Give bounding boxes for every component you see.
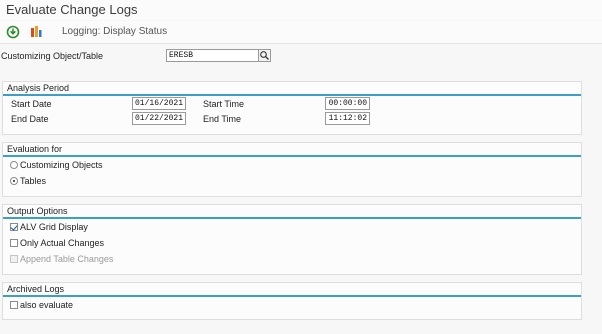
end-time-input[interactable]: 11:12:02 <box>325 112 370 125</box>
end-date-input[interactable]: 01/22/2021 <box>132 112 186 125</box>
also-evaluate-label[interactable]: also evaluate <box>20 300 73 310</box>
end-time-label: End Time <box>203 114 242 124</box>
start-time-label: Start Time <box>203 99 245 109</box>
only-actual-changes-label[interactable]: Only Actual Changes <box>20 238 104 248</box>
logging-icon[interactable] <box>29 25 43 39</box>
append-table-changes-label: Append Table Changes <box>20 254 114 264</box>
evaluation-for-title: Evaluation for <box>7 144 63 154</box>
customizing-objects-radio[interactable] <box>10 161 18 169</box>
tables-label[interactable]: Tables <box>20 176 46 186</box>
search-help-icon[interactable] <box>258 49 271 62</box>
title-bar: Evaluate Change Logs <box>0 0 602 20</box>
group-divider <box>3 295 581 297</box>
end-date-label: End Date <box>11 114 49 124</box>
archived-logs-group: Archived Logs also evaluate <box>2 282 582 320</box>
logging-display-status-button[interactable]: Logging: Display Status <box>62 26 167 37</box>
group-divider <box>3 94 581 96</box>
group-divider <box>3 217 581 219</box>
application-toolbar: Logging: Display Status <box>0 21 602 44</box>
customizing-object-input[interactable]: ERESB <box>166 49 260 62</box>
archived-logs-title: Archived Logs <box>7 284 65 294</box>
evaluation-for-group: Evaluation for Customizing Objects Table… <box>2 142 582 197</box>
window-title: Evaluate Change Logs <box>6 2 138 17</box>
customizing-object-label: Customizing Object/Table <box>1 51 104 61</box>
alv-grid-display-label[interactable]: ALV Grid Display <box>20 222 88 232</box>
append-table-changes-checkbox <box>10 255 18 263</box>
group-divider <box>3 155 581 157</box>
customizing-objects-label[interactable]: Customizing Objects <box>20 160 103 170</box>
start-time-input[interactable]: 00:00:00 <box>325 97 370 110</box>
output-options-group: Output Options ALV Grid Display Only Act… <box>2 204 582 275</box>
start-date-input[interactable]: 01/16/2021 <box>132 97 186 110</box>
analysis-period-title: Analysis Period <box>7 83 70 93</box>
tables-radio[interactable] <box>10 177 18 185</box>
only-actual-changes-checkbox[interactable] <box>10 239 18 247</box>
analysis-period-group: Analysis Period Start Date 01/16/2021 St… <box>2 81 582 135</box>
start-date-label: Start Date <box>11 99 52 109</box>
execute-icon[interactable] <box>6 25 20 39</box>
output-options-title: Output Options <box>7 206 68 216</box>
also-evaluate-checkbox[interactable] <box>10 301 18 309</box>
alv-grid-display-checkbox[interactable] <box>10 223 18 231</box>
